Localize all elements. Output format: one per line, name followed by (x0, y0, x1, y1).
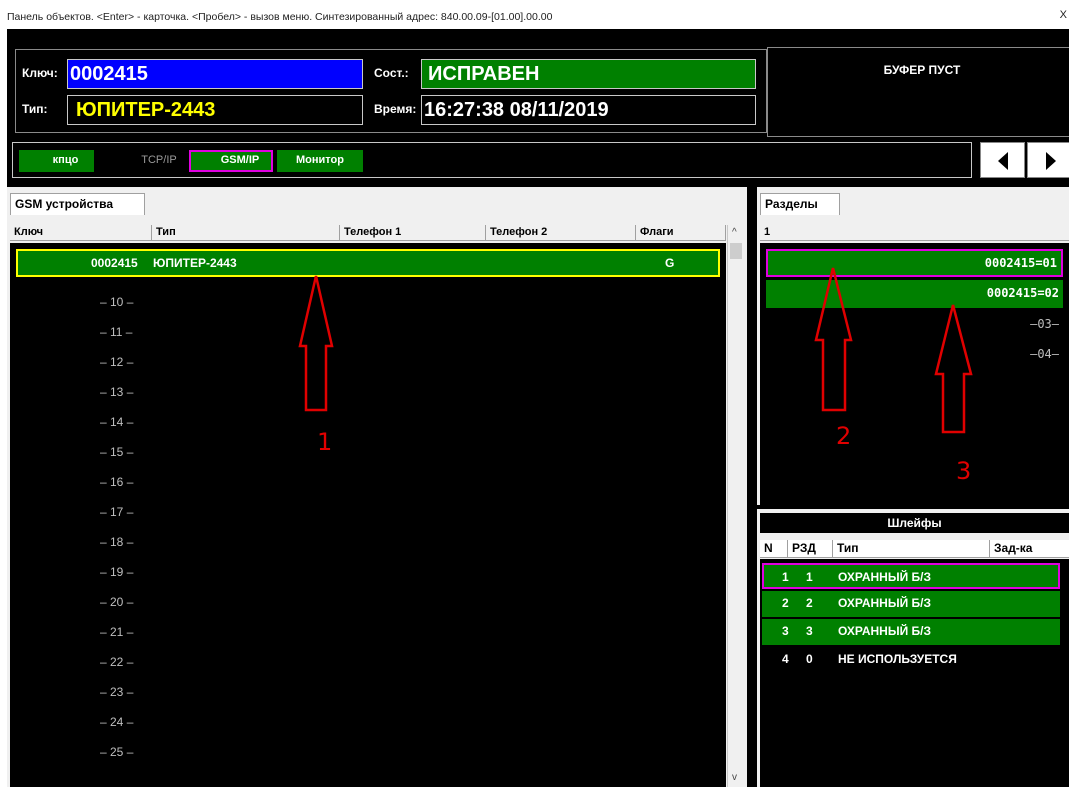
loops-header: N РЗД Тип Зад-ка (760, 540, 1069, 558)
buffer-panel: БУФЕР ПУСТ (767, 47, 1069, 137)
loop-type: ОХРАННЫЙ Б/З (838, 624, 932, 638)
loop-rzd: 3 (806, 624, 813, 638)
scroll-up-icon[interactable]: ^ (732, 227, 737, 238)
gsm-row-empty[interactable]: – 10 – (100, 295, 160, 309)
loop-row[interactable]: 3 3 ОХРАННЫЙ Б/З (762, 619, 1060, 645)
window-titlebar: Панель объектов. <Enter> - карточка. <Пр… (0, 0, 1069, 28)
loop-type: ОХРАННЫЙ Б/З (838, 596, 932, 610)
loop-n: 3 (782, 624, 789, 638)
section-row-empty[interactable]: –04– (766, 341, 1063, 369)
section-row[interactable]: 0002415=02 (766, 280, 1063, 308)
col-flags[interactable]: Флаги (636, 225, 726, 241)
gsm-table-header: Ключ Тип Телефон 1 Телефон 2 Флаги (10, 225, 726, 241)
mode-bar: кпцо TCP/IP GSM/IP Монитор (12, 142, 972, 178)
sections-list: 0002415=01 0002415=02 –03– –04– (760, 243, 1069, 505)
gsm-row-empty[interactable]: – 23 – (100, 685, 160, 699)
section-row[interactable]: 0002415=01 (766, 249, 1063, 277)
gsm-row-flags: G (665, 256, 675, 270)
loops-panel: Шлейфы N РЗД Тип Зад-ка 1 1 ОХРАННЫЙ Б/З… (757, 509, 1069, 787)
loops-title: Шлейфы (760, 513, 1069, 533)
arrow-left-icon (998, 152, 1008, 170)
sections-header: 1 (760, 225, 1069, 241)
gsm-row-empty[interactable]: – 19 – (100, 565, 160, 579)
col-sections[interactable]: 1 (760, 225, 1069, 241)
annotation-3: 3 (956, 457, 972, 485)
key-field[interactable]: 0002415 (67, 59, 363, 89)
loop-rzd: 0 (806, 652, 813, 666)
mode-gsmip-button[interactable]: GSM/IP (189, 150, 273, 172)
gsm-row-selected[interactable]: 0002415 ЮПИТЕР-2443 G (16, 249, 720, 277)
loops-list: 1 1 ОХРАННЫЙ Б/З 2 2 ОХРАННЫЙ Б/З 3 3 ОХ… (760, 559, 1069, 787)
annotation-2: 2 (836, 422, 852, 450)
gsm-row-empty[interactable]: – 12 – (100, 355, 160, 369)
window-title: Панель объектов. <Enter> - карточка. <Пр… (7, 11, 553, 23)
gsm-row-empty[interactable]: – 21 – (100, 625, 160, 639)
gsm-row-empty[interactable]: – 13 – (100, 385, 160, 399)
gsm-row-empty[interactable]: – 14 – (100, 415, 160, 429)
col-type[interactable]: Тип (152, 225, 340, 241)
col-delay[interactable]: Зад-ка (990, 540, 1069, 558)
loop-type: ОХРАННЫЙ Б/З (838, 570, 932, 584)
col-phone2[interactable]: Телефон 2 (486, 225, 636, 241)
loop-row[interactable]: 2 2 ОХРАННЫЙ Б/З (762, 591, 1060, 617)
gsm-scrollbar[interactable]: ^ v (727, 225, 744, 787)
loop-type: НЕ ИСПОЛЬЗУЕТСЯ (838, 652, 957, 666)
loop-n: 1 (782, 570, 789, 584)
col-loop-type[interactable]: Тип (833, 540, 990, 558)
tab-sections[interactable]: Разделы (760, 193, 840, 215)
time-field: 16:27:38 08/11/2019 (421, 95, 756, 125)
gsm-row-type: ЮПИТЕР-2443 (153, 256, 237, 270)
col-phone1[interactable]: Телефон 1 (340, 225, 486, 241)
type-field[interactable]: ЮПИТЕР-2443 (67, 95, 363, 125)
scroll-thumb[interactable] (730, 243, 742, 259)
loop-row[interactable]: 1 1 ОХРАННЫЙ Б/З (762, 563, 1060, 589)
prev-button[interactable] (980, 142, 1025, 178)
mode-tcpip-button[interactable]: TCP/IP (129, 150, 189, 172)
mode-kpco-button[interactable]: кпцо (19, 150, 94, 172)
gsm-row-empty[interactable]: – 24 – (100, 715, 160, 729)
col-n[interactable]: N (760, 540, 788, 558)
buffer-status: БУФЕР ПУСТ (883, 63, 961, 77)
key-label: Ключ: (22, 66, 58, 80)
annotation-1: 1 (317, 428, 333, 456)
close-icon[interactable]: X (1060, 9, 1067, 21)
gsm-device-list: 0002415 ЮПИТЕР-2443 G – 10 – – 11 – – 12… (10, 243, 726, 787)
gsm-row-empty[interactable]: – 15 – (100, 445, 160, 459)
loop-rzd: 1 (806, 570, 813, 584)
gsm-row-empty[interactable]: – 25 – (100, 745, 160, 759)
next-button[interactable] (1027, 142, 1069, 178)
section-row-empty[interactable]: –03– (766, 311, 1063, 339)
gsm-row-empty[interactable]: – 20 – (100, 595, 160, 609)
loop-row[interactable]: 4 0 НЕ ИСПОЛЬЗУЕТСЯ (762, 647, 1060, 673)
scroll-down-icon[interactable]: v (732, 772, 737, 783)
loop-n: 2 (782, 596, 789, 610)
object-info-panel: Ключ: 0002415 Тип: ЮПИТЕР-2443 Сост.: ИС… (15, 49, 767, 133)
gsm-row-empty[interactable]: – 11 – (100, 325, 160, 339)
gsm-row-empty[interactable]: – 18 – (100, 535, 160, 549)
app-area: Ключ: 0002415 Тип: ЮПИТЕР-2443 Сост.: ИС… (7, 29, 1069, 787)
state-field: ИСПРАВЕН (421, 59, 756, 89)
col-key[interactable]: Ключ (10, 225, 152, 241)
gsm-row-empty[interactable]: – 22 – (100, 655, 160, 669)
mode-monitor-button[interactable]: Монитор (277, 150, 363, 172)
state-label: Сост.: (374, 66, 409, 80)
type-label: Тип: (22, 102, 48, 116)
gsm-row-empty[interactable]: – 16 – (100, 475, 160, 489)
tab-gsm-devices[interactable]: GSM устройства (10, 193, 145, 215)
gsm-row-key: 0002415 (91, 256, 138, 270)
loop-n: 4 (782, 652, 789, 666)
time-label: Время: (374, 102, 417, 116)
arrow-right-icon (1046, 152, 1056, 170)
col-rzd[interactable]: РЗД (788, 540, 833, 558)
loop-rzd: 2 (806, 596, 813, 610)
sections-panel: Разделы 1 0002415=01 0002415=02 –03– –04… (757, 187, 1069, 505)
gsm-row-empty[interactable]: – 17 – (100, 505, 160, 519)
gsm-devices-panel: GSM устройства Ключ Тип Телефон 1 Телефо… (7, 187, 747, 787)
